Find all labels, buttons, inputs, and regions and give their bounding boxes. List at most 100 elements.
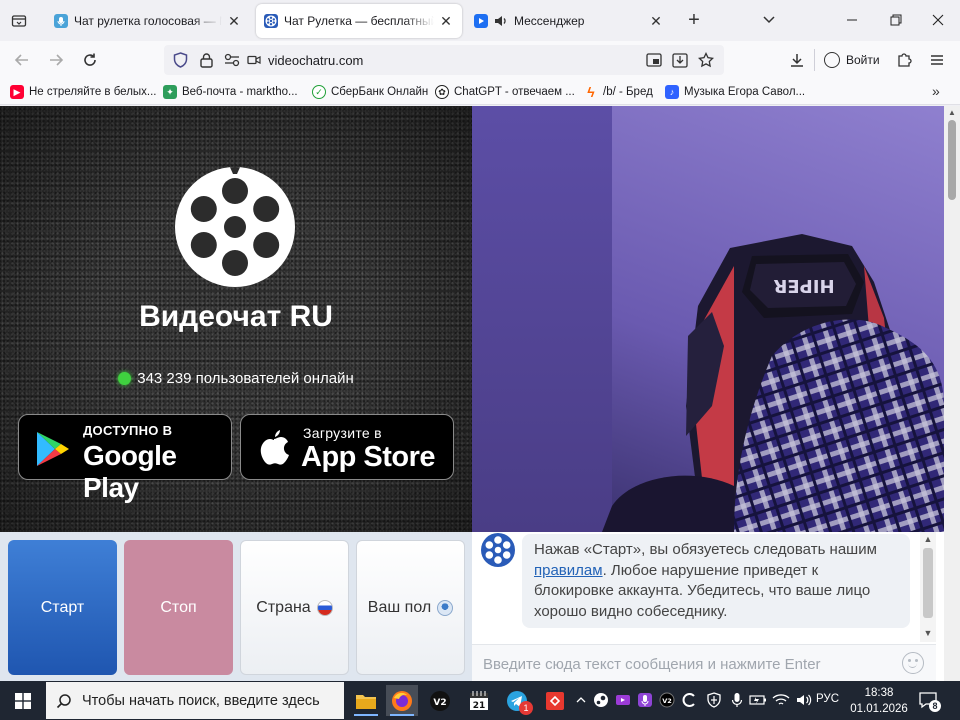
tab-messenger[interactable]: Мессенджер ✕ (466, 4, 672, 38)
shield-icon[interactable] (172, 52, 188, 68)
tray-overflow-chevron[interactable] (572, 691, 590, 709)
gender-select-button[interactable]: Ваш пол (356, 540, 465, 675)
tray-v2[interactable]: V2 (658, 691, 676, 709)
forward-button[interactable] (43, 48, 69, 72)
firefox-icon (392, 690, 412, 711)
speaker-icon[interactable] (494, 15, 508, 27)
russia-flag-icon (316, 599, 333, 616)
chat-scrollbar-thumb[interactable] (923, 548, 933, 618)
restore-button[interactable] (882, 8, 910, 32)
taskbar-firefox[interactable] (386, 685, 418, 716)
downloads-button[interactable] (784, 48, 810, 72)
tray-microphone[interactable] (728, 691, 746, 709)
search-icon (56, 693, 71, 708)
chevron-up-icon (576, 697, 586, 703)
picture-in-picture-icon[interactable] (646, 52, 662, 68)
svg-text:V2: V2 (662, 697, 672, 705)
input-language-indicator[interactable]: РУС (816, 693, 839, 705)
tab-nektome[interactable]: Чат рулетка голосовая — Nektome ✕ (46, 4, 250, 38)
taskbar-clock[interactable]: 18:38 01.01.2026 (849, 685, 909, 717)
music-icon: ♪ (665, 85, 679, 99)
tab-title: Чат Рулетка — бесплатный видеочат (284, 14, 434, 28)
scroll-down-arrow-icon[interactable]: ▼ (923, 628, 933, 638)
page-scrollbar-thumb[interactable] (948, 120, 956, 200)
active-indicator (354, 714, 378, 716)
tab-videochat[interactable]: Чат Рулетка — бесплатный видеочат ✕ (256, 4, 462, 38)
taskbar-v2-app[interactable]: V2 (424, 685, 456, 716)
tray-wifi[interactable] (772, 691, 790, 709)
videochat-favicon-icon (264, 14, 278, 28)
tray-voice-app[interactable] (636, 691, 654, 709)
chat-scrollbar[interactable]: ▲ ▼ (920, 532, 936, 642)
country-select-button[interactable]: Страна (240, 540, 349, 675)
bookmark-item[interactable]: ϟ /b/ - Бред (584, 84, 653, 100)
lock-icon[interactable] (198, 52, 214, 68)
taskbar-telegram[interactable]: 1 (501, 685, 533, 716)
google-play-badge[interactable]: ДОСТУПНО В Google Play (18, 414, 232, 503)
tray-battery[interactable] (749, 691, 767, 709)
tray-steam[interactable] (592, 691, 610, 709)
taskbar-anydesk[interactable] (539, 685, 571, 716)
lightning-icon: ϟ (587, 84, 595, 100)
save-to-pocket-icon[interactable] (672, 52, 688, 68)
site-brand-title: Видеочат RU (139, 300, 333, 333)
tab-close-icon[interactable]: ✕ (226, 13, 242, 29)
scroll-up-arrow-icon[interactable]: ▲ (947, 108, 957, 118)
new-tab-button[interactable]: + (683, 10, 705, 32)
action-center-button[interactable]: 8 (918, 691, 941, 712)
camera-permission-icon[interactable] (246, 52, 262, 68)
page-content: Видеочат RU 343 239 пользователей онлайн… (0, 106, 960, 681)
bookmark-item[interactable]: ✿ ChatGPT - отвечаем ... (435, 84, 575, 100)
app-store-badge[interactable]: Загрузите в App Store (240, 414, 454, 480)
page-scrollbar[interactable]: ▲ (944, 106, 960, 681)
chat-input-placeholder: Введите сюда текст сообщения и нажмите E… (483, 656, 821, 673)
rules-link[interactable]: правилам (534, 562, 603, 579)
battery-charging-icon (749, 695, 766, 705)
emoji-icon[interactable] (902, 652, 924, 674)
list-all-tabs-button[interactable] (762, 12, 784, 30)
taskbar-file-explorer[interactable] (350, 685, 382, 716)
bookmark-item[interactable]: ♪ Музыка Егора Савол... (665, 84, 805, 100)
chat-message-input[interactable]: Введите сюда текст сообщения и нажмите E… (472, 644, 936, 681)
bookmark-item[interactable]: ✦ Веб-почта - marktho... (163, 84, 298, 100)
address-bar[interactable]: videochatru.com (164, 45, 724, 75)
microphone-icon (731, 693, 743, 707)
permissions-icon[interactable] (224, 52, 240, 68)
tray-app-c[interactable] (681, 691, 699, 709)
tray-network-shield[interactable] (705, 691, 723, 709)
scroll-up-arrow-icon[interactable]: ▲ (923, 534, 933, 544)
bookmarks-overflow-button[interactable]: » (932, 83, 940, 99)
chatgpt-icon: ✿ (435, 85, 449, 99)
bookmark-star-icon[interactable] (698, 52, 714, 68)
start-button[interactable]: Старт (8, 540, 117, 675)
app-store-big-text: App Store (301, 441, 436, 473)
clock-time: 18:38 (864, 687, 894, 699)
microphone-app-icon (638, 693, 652, 707)
taskbar-search-box[interactable]: Чтобы начать поиск, введите здесь (46, 682, 344, 719)
taskbar-calendar[interactable]: 21 (463, 685, 495, 716)
extensions-button[interactable] (891, 48, 917, 72)
video-camera-icon (616, 695, 630, 705)
online-users-text: 343 239 пользователей онлайн (137, 370, 354, 387)
tab-list-button[interactable] (6, 8, 32, 34)
tray-volume[interactable] (795, 691, 813, 709)
menu-button[interactable] (924, 48, 950, 72)
nektome-favicon-icon (54, 14, 68, 28)
windows-start-button[interactable] (0, 681, 46, 720)
back-button[interactable] (9, 48, 35, 72)
v2-tray-icon: V2 (659, 692, 675, 708)
url-text[interactable]: videochatru.com (268, 53, 363, 68)
reload-button[interactable] (77, 48, 103, 72)
app-store-small-text: Загрузите в (303, 425, 382, 441)
tab-close-icon[interactable]: ✕ (438, 13, 454, 29)
close-window-button[interactable] (924, 8, 952, 32)
tab-close-icon[interactable]: ✕ (648, 13, 664, 29)
bookmark-label: ChatGPT - отвечаем ... (454, 86, 575, 98)
bookmark-item[interactable]: ✓ СберБанк Онлайн (312, 84, 428, 100)
stop-button[interactable]: Стоп (124, 540, 233, 675)
sign-in-button[interactable]: Войти (818, 46, 884, 74)
apple-icon (260, 430, 289, 465)
bookmark-item[interactable]: ▶ Не стреляйте в белых... (10, 84, 157, 100)
tray-camera-app[interactable] (614, 691, 632, 709)
minimize-button[interactable] (838, 8, 866, 32)
